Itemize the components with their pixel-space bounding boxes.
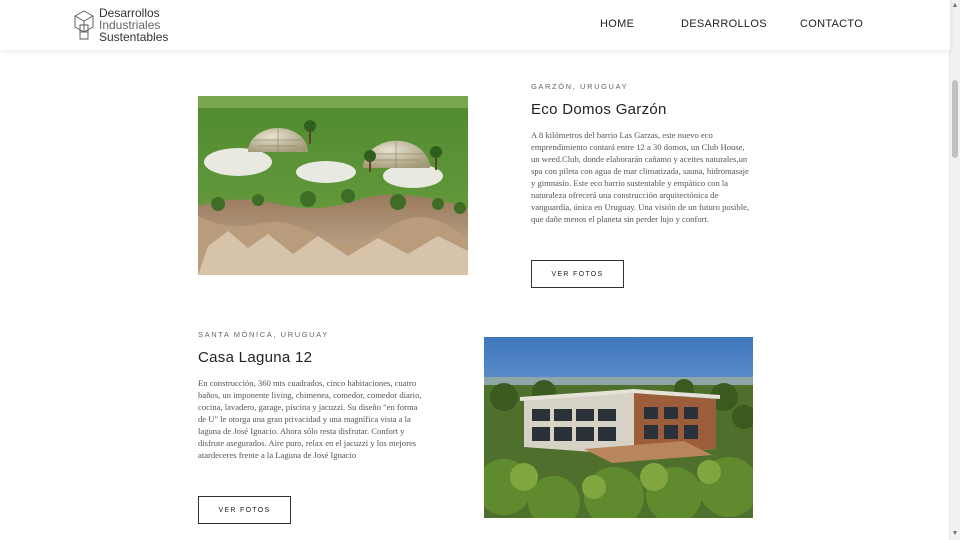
logo-line-3: Sustentables bbox=[99, 30, 169, 44]
project-location: SANTA MÓNICA, URUGUAY bbox=[198, 330, 329, 339]
project-description: En construcción, 360 mts cuadrados, cinc… bbox=[198, 378, 422, 460]
scroll-up-icon[interactable]: ▲ bbox=[951, 2, 959, 10]
project-location: GARZÓN, URUGUAY bbox=[531, 82, 629, 91]
eco-domos-image bbox=[198, 96, 468, 275]
site-header: Desarrollos Industriales Sustentables HO… bbox=[0, 0, 950, 50]
nav-desarrollos[interactable]: DESARROLLOS bbox=[681, 18, 767, 30]
site-logo[interactable]: Desarrollos Industriales Sustentables bbox=[73, 7, 168, 43]
casa-laguna-image bbox=[484, 337, 753, 518]
nav-home[interactable]: HOME bbox=[600, 18, 634, 30]
ver-fotos-button[interactable]: VER FOTOS bbox=[198, 496, 291, 524]
page-scrollbar[interactable]: ▲ ▼ bbox=[949, 0, 960, 540]
project-title: Casa Laguna 12 bbox=[198, 349, 313, 366]
project-title: Eco Domos Garzón bbox=[531, 101, 667, 118]
scrollbar-thumb[interactable] bbox=[952, 80, 958, 158]
logo-text: Desarrollos Industriales Sustentables bbox=[99, 7, 168, 43]
logo-cube-icon bbox=[74, 10, 94, 40]
scroll-down-icon[interactable]: ▼ bbox=[951, 530, 959, 538]
project-description: A 8 kilómetros del barrio Las Garzas, es… bbox=[531, 130, 750, 224]
nav-contacto[interactable]: CONTACTO bbox=[800, 18, 863, 30]
ver-fotos-button[interactable]: VER FOTOS bbox=[531, 260, 624, 288]
